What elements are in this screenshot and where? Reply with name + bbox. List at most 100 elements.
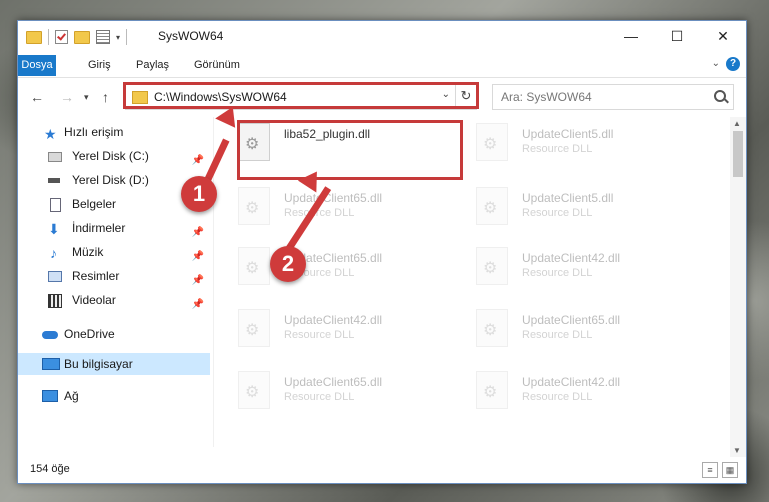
scroll-up-icon[interactable]: ▲: [733, 119, 741, 128]
quick-access-toolbar: ▾: [26, 29, 128, 45]
item-count: 154 öğe: [30, 463, 70, 475]
pin-icon[interactable]: 📌: [192, 294, 204, 316]
drive-icon: [48, 178, 60, 183]
search-box[interactable]: Ara: SysWOW64: [492, 84, 734, 110]
maximize-button[interactable]: ☐: [654, 21, 700, 51]
divider: [48, 29, 49, 45]
file-type: Resource DLL: [522, 329, 593, 341]
step-badge-2: 2: [270, 246, 306, 282]
ribbon-tabs: Dosya Giriş Paylaş Görünüm ⌄ ?: [18, 53, 746, 78]
tab-file[interactable]: Dosya: [18, 55, 56, 76]
sidebar-item-local-disk-c[interactable]: Yerel Disk (C:) 📌: [18, 145, 210, 167]
sidebar-item-label: Yerel Disk (D:): [72, 173, 149, 187]
up-icon[interactable]: ↑: [102, 89, 109, 105]
cloud-icon: [42, 331, 58, 339]
close-button[interactable]: ✕: [700, 21, 746, 51]
dll-file-icon: [476, 371, 508, 409]
customize-icon[interactable]: [96, 30, 110, 44]
star-icon: ★: [44, 126, 57, 142]
file-item[interactable]: UpdateClient42.dll Resource DLL: [476, 369, 686, 415]
file-type: Resource DLL: [284, 207, 355, 219]
recent-locations-icon[interactable]: ▾: [84, 92, 89, 103]
search-input[interactable]: Ara: SysWOW64: [501, 90, 592, 104]
file-highlight-box: [237, 120, 463, 180]
sidebar-item-label: Bu bilgisayar: [64, 357, 133, 371]
scroll-down-icon[interactable]: ▼: [733, 446, 741, 455]
dll-file-icon: [476, 309, 508, 347]
file-name: UpdateClient5.dll: [522, 191, 614, 205]
file-item[interactable]: UpdateClient5.dll Resource DLL: [476, 185, 686, 231]
file-name: UpdateClient42.dll: [522, 375, 621, 389]
file-item[interactable]: UpdateClient42.dll Resource DLL: [476, 245, 686, 291]
file-item[interactable]: UpdateClient65.dll Resource DLL: [238, 369, 448, 415]
file-name: UpdateClient65.dll: [522, 313, 621, 327]
sidebar-item-downloads[interactable]: ⬇ İndirmeler 📌: [18, 217, 210, 239]
large-icons-view-icon[interactable]: ▦: [722, 462, 738, 478]
sidebar-item-label: Ağ: [64, 389, 79, 403]
pictures-icon: [48, 271, 62, 282]
sidebar-item-onedrive[interactable]: OneDrive: [18, 323, 210, 345]
file-name: UpdateClient5.dll: [522, 127, 614, 141]
view-switcher: ≡ ▦: [702, 462, 738, 478]
status-bar: 154 öğe ≡ ▦: [18, 457, 746, 483]
address-highlight-box: [123, 82, 479, 109]
dll-file-icon: [238, 247, 270, 285]
explorer-window: ▾ SysWOW64 — ☐ ✕ Dosya Giriş Paylaş Görü…: [17, 20, 747, 484]
back-icon[interactable]: ←: [30, 89, 44, 105]
chevron-down-icon[interactable]: ▾: [116, 33, 120, 42]
drive-icon: [48, 152, 62, 162]
file-item[interactable]: UpdateClient42.dll Resource DLL: [238, 307, 448, 353]
title-bar: ▾ SysWOW64 — ☐ ✕: [18, 21, 746, 51]
sidebar-item-label: OneDrive: [64, 327, 115, 341]
download-icon: ⬇: [48, 221, 60, 237]
new-folder-icon[interactable]: [74, 30, 90, 44]
sidebar-item-music[interactable]: ♪ Müzik 📌: [18, 241, 210, 263]
file-name: UpdateClient42.dll: [522, 251, 621, 265]
tab-share[interactable]: Paylaş: [128, 55, 177, 76]
file-item[interactable]: UpdateClient5.dll Resource DLL: [476, 121, 686, 167]
tab-home[interactable]: Giriş: [80, 55, 119, 76]
file-type: Resource DLL: [522, 207, 593, 219]
file-type: Resource DLL: [522, 143, 593, 155]
expand-ribbon-icon[interactable]: ⌄: [712, 58, 720, 69]
dll-file-icon: [238, 309, 270, 347]
step-badge-1: 1: [181, 176, 217, 212]
computer-icon: [42, 358, 60, 370]
sidebar-item-label: Müzik: [72, 245, 104, 259]
sidebar-item-videos[interactable]: Videolar 📌: [18, 289, 210, 311]
file-item[interactable]: UpdateClient65.dll Resource DLL: [238, 185, 448, 231]
sidebar-item-this-pc[interactable]: Bu bilgisayar: [18, 353, 210, 375]
help-icon[interactable]: ?: [726, 57, 740, 71]
sidebar-item-network[interactable]: Ağ: [18, 385, 210, 407]
music-icon: ♪: [50, 245, 57, 261]
navigation-pane: ★ Hızlı erişim Yerel Disk (C:) 📌 Yerel D…: [18, 117, 212, 457]
file-type: Resource DLL: [522, 391, 593, 403]
file-name: UpdateClient65.dll: [284, 191, 383, 205]
file-name: UpdateClient42.dll: [284, 313, 383, 327]
sidebar-item-label: Hızlı erişim: [64, 125, 124, 139]
sidebar-item-label: İndirmeler: [72, 221, 126, 235]
minimize-button[interactable]: —: [608, 21, 654, 51]
properties-check-icon[interactable]: [55, 30, 68, 44]
search-icon[interactable]: [714, 90, 726, 102]
dll-file-icon: [476, 187, 508, 225]
document-icon: [50, 198, 61, 212]
tab-view[interactable]: Görünüm: [186, 55, 248, 76]
sidebar-item-pictures[interactable]: Resimler 📌: [18, 265, 210, 287]
scrollbar-thumb[interactable]: [733, 131, 743, 177]
details-view-icon[interactable]: ≡: [702, 462, 718, 478]
sidebar-item-label: Videolar: [72, 293, 116, 307]
divider: [126, 29, 128, 45]
file-type: Resource DLL: [284, 391, 355, 403]
sidebar-item-label: Resimler: [72, 269, 120, 283]
vertical-scrollbar[interactable]: ▲ ▼: [730, 117, 746, 457]
file-item[interactable]: UpdateClient65.dll Resource DLL: [476, 307, 686, 353]
dll-file-icon: [238, 371, 270, 409]
sidebar-item-label: Belgeler: [72, 197, 117, 211]
sidebar-item-quick-access[interactable]: ★ Hızlı erişim: [18, 121, 210, 143]
forward-icon[interactable]: →: [60, 89, 74, 105]
window-title: SysWOW64: [158, 29, 224, 43]
network-icon: [42, 390, 58, 402]
folder-icon: [26, 30, 42, 44]
file-type: Resource DLL: [522, 267, 593, 279]
